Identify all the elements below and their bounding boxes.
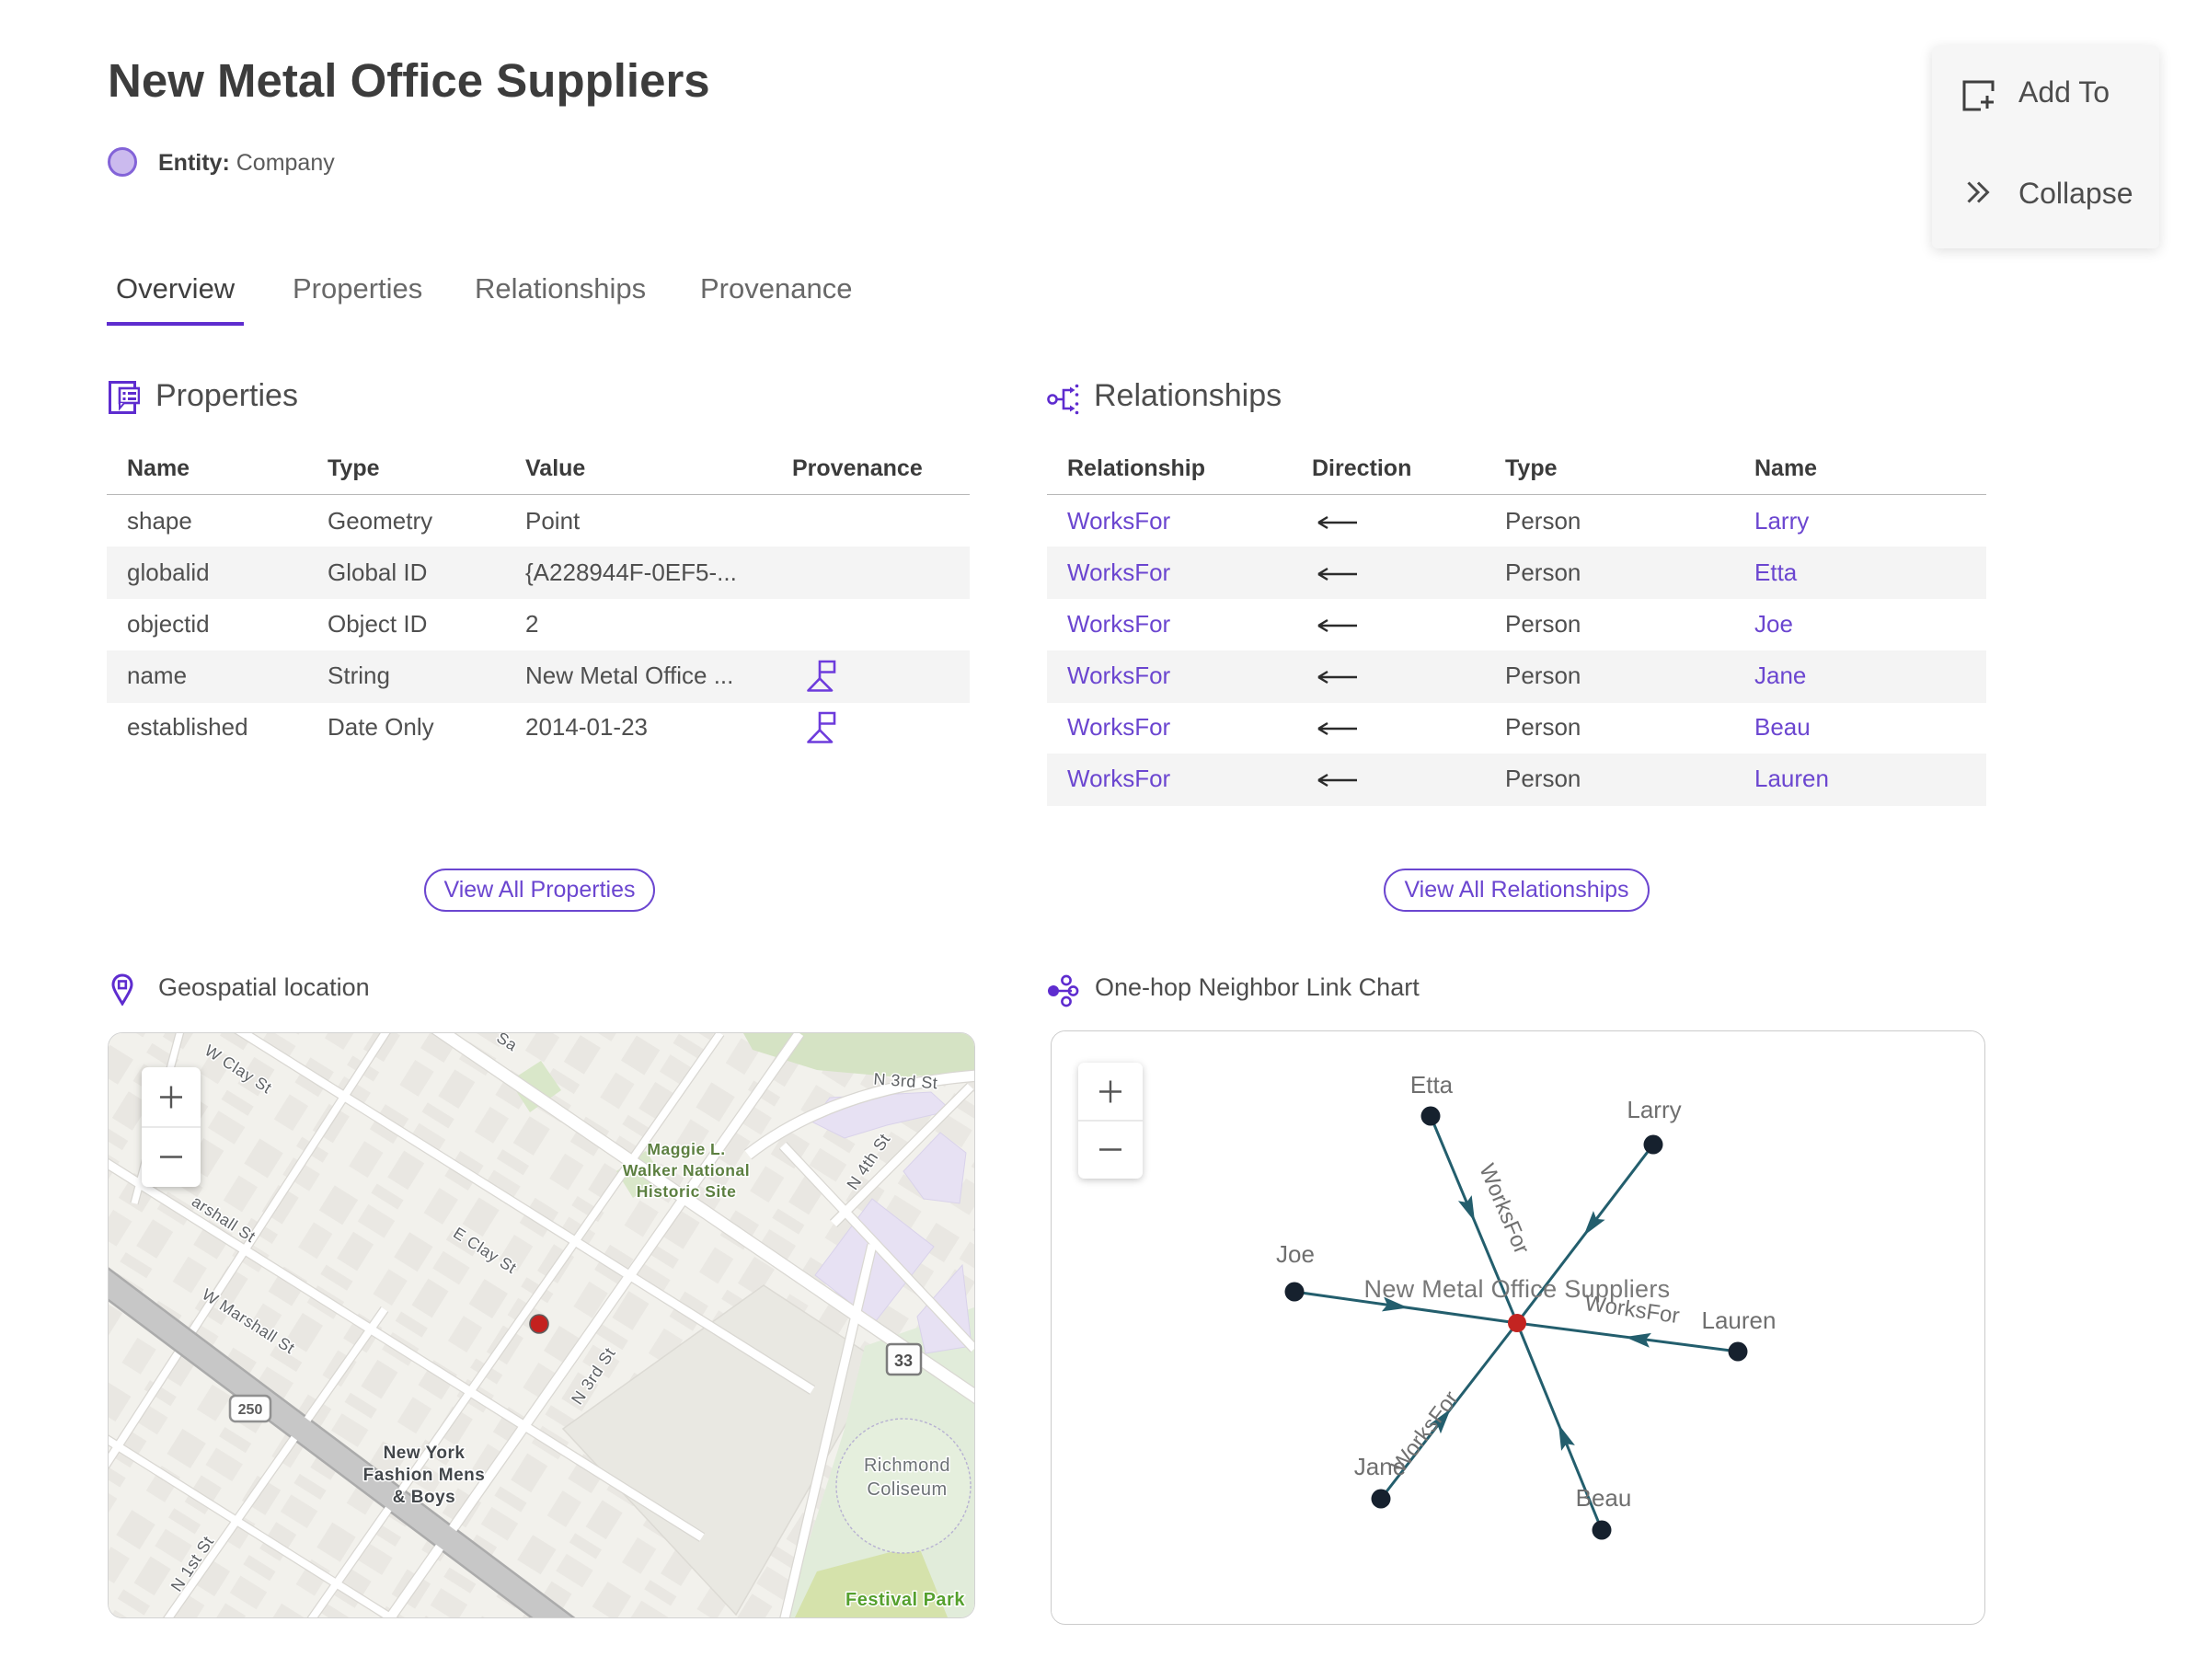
svg-text:Joe: Joe [1276, 1240, 1315, 1268]
svg-text:Maggie L.: Maggie L. [647, 1140, 725, 1158]
svg-text:New York: New York [384, 1444, 466, 1463]
svg-text:Etta: Etta [1410, 1071, 1454, 1099]
svg-text:Lauren: Lauren [1702, 1306, 1777, 1334]
svg-text:Beau: Beau [1576, 1484, 1632, 1512]
svg-text:Coliseum: Coliseum [867, 1479, 947, 1500]
svg-text:Walker National: Walker National [623, 1161, 750, 1179]
svg-text:Historic Site: Historic Site [637, 1182, 737, 1201]
svg-text:Larry: Larry [1627, 1096, 1681, 1123]
svg-text:Richmond: Richmond [864, 1456, 950, 1476]
svg-text:Festival Park: Festival Park [845, 1590, 965, 1610]
svg-text:250: 250 [238, 1402, 263, 1418]
svg-text:Fashion Mens: Fashion Mens [363, 1466, 486, 1485]
svg-text:33: 33 [894, 1352, 913, 1370]
svg-text:& Boys: & Boys [393, 1488, 455, 1507]
